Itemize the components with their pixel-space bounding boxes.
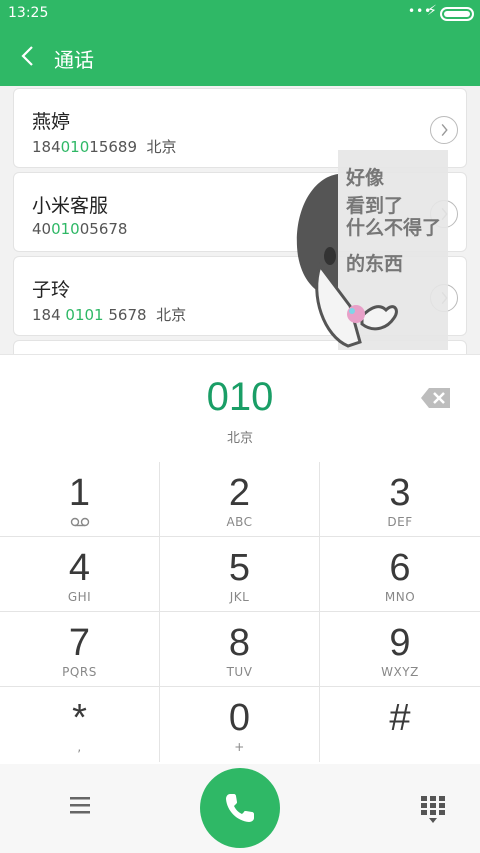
bottom-action-bar — [0, 764, 480, 853]
key-star[interactable]: * , — [0, 687, 160, 762]
number-location: 北京 — [226, 431, 253, 446]
number-match-highlight: 0101 — [65, 306, 104, 324]
key-letters: TUV — [226, 665, 253, 679]
status-bar: 13:25 ••• ⚡ — [0, 0, 480, 28]
key-digit: 9 — [389, 622, 411, 664]
key-letters: JKL — [229, 590, 250, 604]
key-digit: * — [72, 697, 87, 739]
key-digit: 3 — [389, 472, 411, 514]
key-letters: PQRS — [62, 665, 97, 679]
key-letters: MNO — [384, 590, 416, 604]
key-4[interactable]: 4 GHI — [0, 537, 160, 612]
key-digit: 5 — [228, 547, 251, 589]
sticker-text-1: 好像 — [345, 166, 385, 189]
key-digit: 1 — [68, 472, 91, 514]
key-letters: DEF — [387, 515, 413, 529]
charging-icon: ⚡ — [427, 3, 437, 19]
key-hash[interactable]: # — [320, 687, 480, 762]
number-match-highlight: 010 — [51, 220, 80, 238]
dial-display: 010 北京 — [0, 354, 480, 462]
dialed-number: 010 — [206, 375, 274, 419]
key-digit: # — [389, 697, 411, 739]
key-6[interactable]: 6 MNO — [320, 537, 480, 612]
key-letters: WXYZ — [381, 665, 419, 679]
back-arrow-icon[interactable] — [16, 42, 40, 70]
key-letters: GHI — [67, 590, 92, 604]
key-0[interactable]: 0 + — [160, 687, 320, 762]
backspace-icon[interactable] — [420, 387, 452, 409]
sticker-text-3: 什么不得了 — [346, 216, 441, 239]
key-digit: 6 — [389, 547, 411, 589]
menu-icon[interactable] — [68, 794, 92, 816]
call-button[interactable] — [200, 768, 280, 848]
key-digit: 4 — [68, 547, 91, 589]
key-8[interactable]: 8 TUV — [160, 612, 320, 687]
number-match-highlight: 010 — [60, 138, 90, 156]
key-7[interactable]: 7 PQRS — [0, 612, 160, 687]
contact-number: 184 0101 5678 北京 — [32, 306, 187, 324]
page-title: 通话 — [54, 48, 94, 72]
contact-number: 18401015689 北京 — [32, 138, 177, 156]
sticker-text-2: 看到了 — [345, 195, 403, 217]
contact-detail-chevron-icon[interactable] — [430, 116, 458, 144]
key-3[interactable]: 3 DEF — [320, 462, 480, 537]
key-letters: , — [77, 740, 82, 754]
phone-icon — [226, 794, 254, 822]
key-letters: ABC — [226, 515, 253, 529]
dialpad-toggle-icon[interactable] — [420, 794, 446, 824]
contact-name: 燕婷 — [32, 111, 71, 133]
app-bar: 通话 — [0, 28, 480, 86]
voicemail-icon — [70, 517, 89, 527]
key-digit: 2 — [228, 472, 251, 514]
sticker-text-4: 的东西 — [346, 252, 403, 275]
contact-location: 北京 — [146, 138, 177, 156]
status-time: 13:25 — [8, 5, 49, 21]
key-digit: 8 — [228, 622, 251, 664]
contact-name: 小米客服 — [32, 195, 109, 217]
peeking-character-sticker: 好像 看到了 什么不得了 的东西 — [296, 150, 448, 350]
contact-location: 北京 — [156, 306, 187, 324]
battery-icon — [440, 7, 474, 21]
key-5[interactable]: 5 JKL — [160, 537, 320, 612]
key-digit: 0 — [228, 697, 251, 739]
key-letters: + — [234, 740, 245, 754]
key-digit: 7 — [68, 622, 91, 664]
contact-name: 子玲 — [32, 279, 71, 301]
key-2[interactable]: 2 ABC — [160, 462, 320, 537]
dial-keypad: 1 2 ABC 3 DEF 4 GHI 5 JKL 6 MNO 7 PQRS 8… — [0, 462, 480, 764]
contact-number: 4001005678 — [32, 220, 128, 238]
key-1[interactable]: 1 — [0, 462, 160, 537]
key-9[interactable]: 9 WXYZ — [320, 612, 480, 687]
